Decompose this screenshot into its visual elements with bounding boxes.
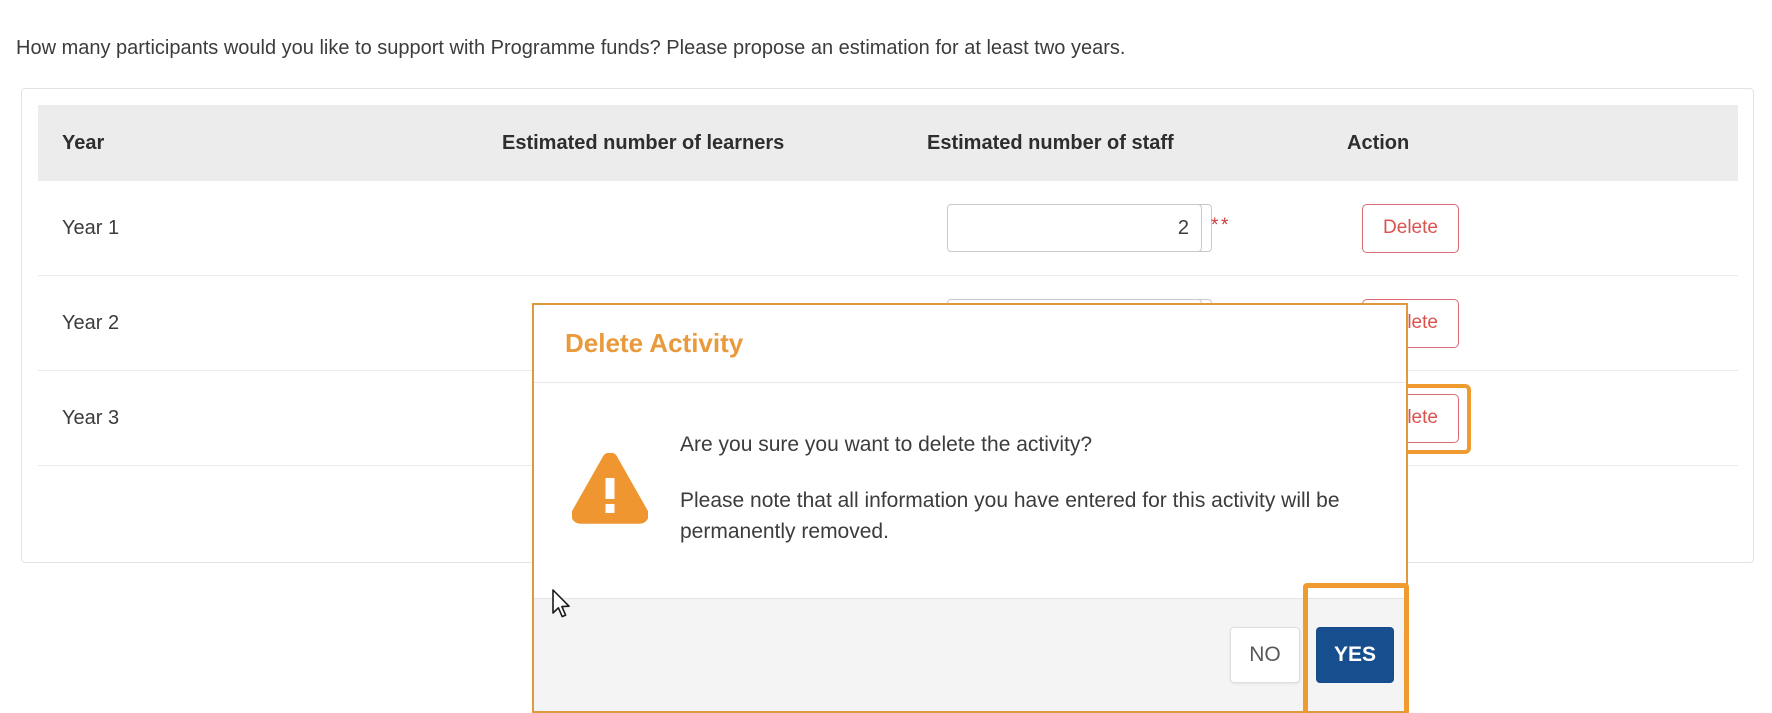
no-button[interactable]: NO [1230,627,1300,683]
table-header: Year Estimated number of learners Estima… [38,105,1738,181]
dialog-body: Are you sure you want to delete the acti… [534,383,1406,598]
required-marker: * [1221,214,1229,236]
cell-staff: * [903,181,1323,276]
cell-action: Delete [1323,181,1738,276]
column-header-action: Action [1323,105,1738,181]
intro-question: How many participants would you like to … [16,37,1126,59]
required-marker: * [1211,214,1219,236]
dialog-message: Are you sure you want to delete the acti… [680,429,1370,547]
dialog-message-line-2: Please note that all information you hav… [680,489,1340,543]
column-header-staff: Estimated number of staff [903,105,1323,181]
page-root: How many participants would you like to … [0,0,1772,713]
cell-year: Year 3 [38,370,478,466]
dialog-title: Delete Activity [565,328,744,358]
dialog-footer: NO YES [534,583,1409,713]
column-header-year: Year [38,105,478,181]
warning-triangle-icon [571,452,649,527]
cell-year: Year 1 [38,181,478,276]
yes-button[interactable]: YES [1316,627,1394,683]
table-row: Year 1 * * [38,181,1738,276]
cell-year: Year 2 [38,275,478,371]
delete-activity-dialog: Delete Activity Are you sure you want to… [532,303,1409,713]
cell-learners: * [478,181,1228,276]
table-header-row: Year Estimated number of learners Estima… [38,105,1738,181]
delete-button-year-1[interactable]: Delete [1362,203,1459,253]
dialog-header: Delete Activity [534,305,1406,383]
column-header-learners: Estimated number of learners [478,105,903,181]
dialog-message-line-1: Are you sure you want to delete the acti… [680,433,1093,456]
staff-input-year-1[interactable] [947,204,1202,252]
